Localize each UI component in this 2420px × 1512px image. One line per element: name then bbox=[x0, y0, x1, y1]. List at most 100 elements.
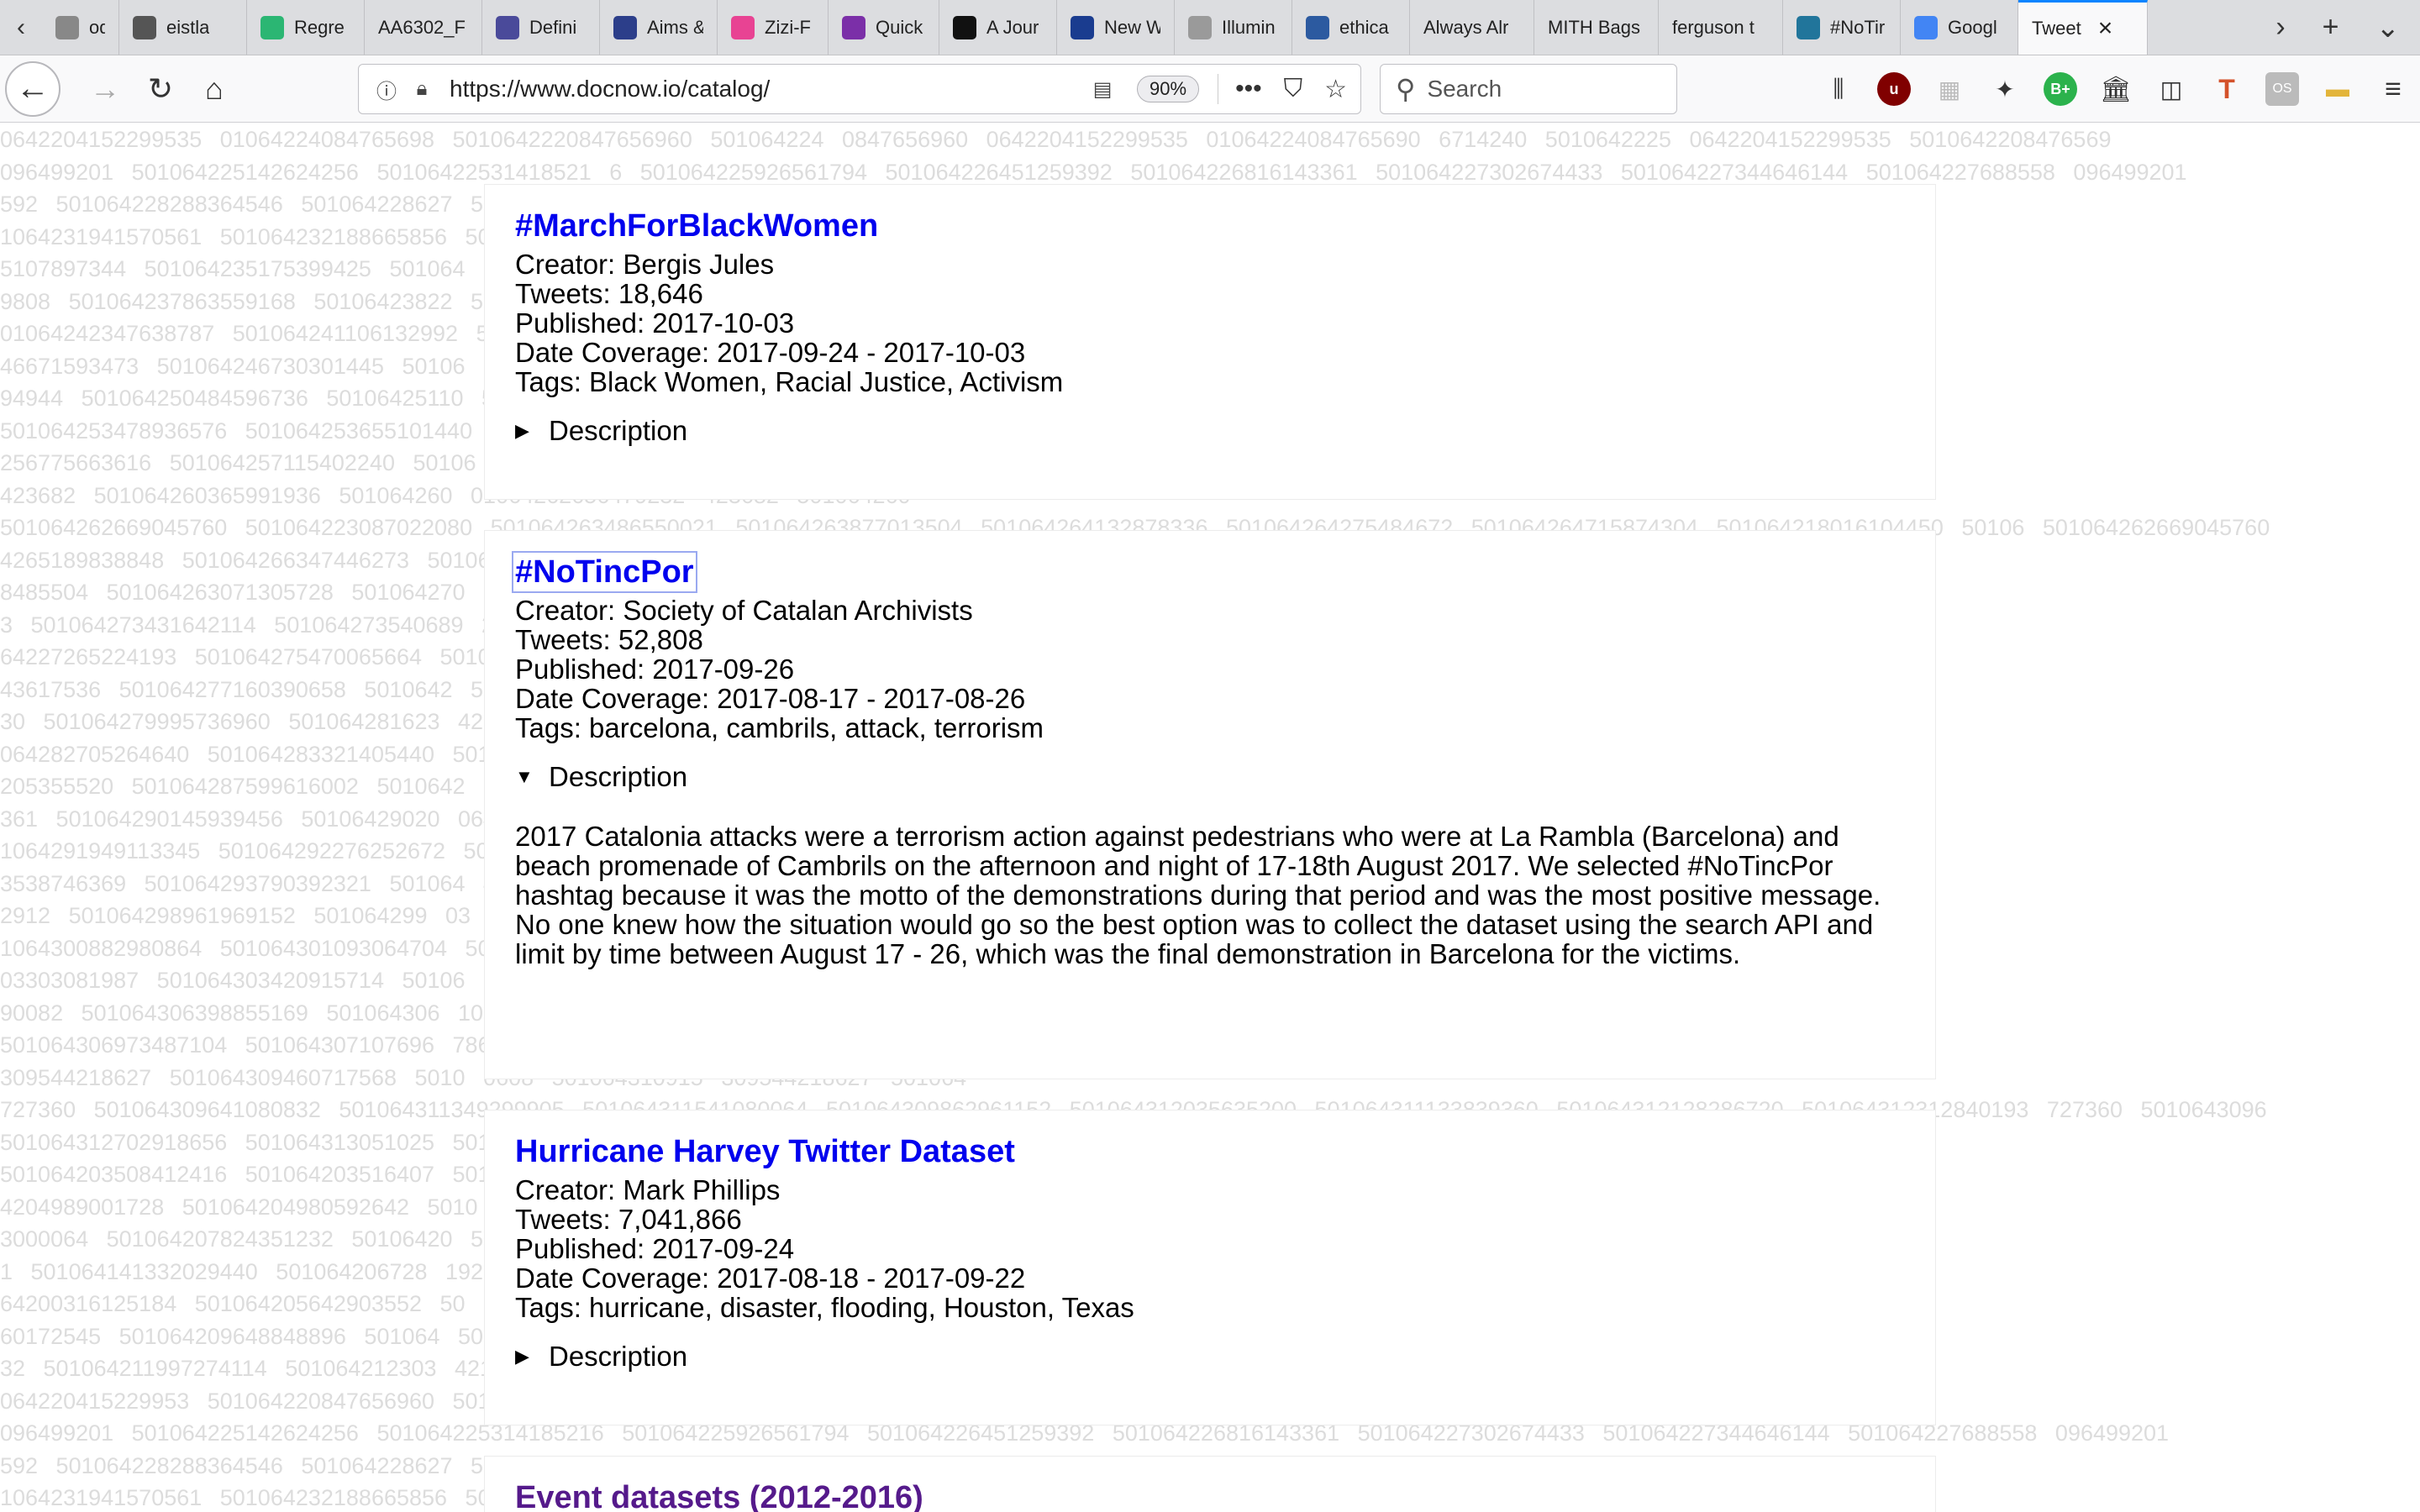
tab-label: Googl bbox=[1948, 16, 1997, 38]
dataset-coverage: Date Coverage: 2017-08-18 - 2017-09-22 bbox=[515, 1263, 1026, 1294]
description-toggle[interactable]: ▶ Description bbox=[515, 415, 1905, 447]
browser-tab[interactable]: AA6302_F bbox=[365, 0, 482, 55]
circle-favicon-icon bbox=[842, 15, 865, 39]
url-text[interactable]: https://www.docnow.io/catalog/ bbox=[450, 76, 1085, 102]
back-arrow-icon[interactable]: ← bbox=[5, 60, 60, 117]
bookmark-star-icon[interactable]: ☆ bbox=[1324, 75, 1347, 104]
dataset-tags: Tags: hurricane, disaster, flooding, Hou… bbox=[515, 1292, 1134, 1323]
tab-label: Illumin bbox=[1222, 16, 1276, 38]
toolbar-icons: ⫼ u ▦ ✦ B+ 🏛︎ ◫ T OS ▬ ≡ bbox=[1822, 67, 2410, 111]
crown-favicon-icon bbox=[613, 15, 637, 39]
background-number-line: 0642204152299535 01064224084765698 50106… bbox=[0, 127, 2112, 152]
browser-tab[interactable]: ferguson t bbox=[1659, 0, 1783, 55]
navigation-toolbar: ← → ↻ ⌂ ⓘ 🔒︎ https://www.docnow.io/catal… bbox=[0, 55, 2420, 123]
forward-arrow-icon[interactable]: → bbox=[79, 63, 131, 115]
dataset-coverage: Date Coverage: 2017-09-24 - 2017-10-03 bbox=[515, 337, 1026, 368]
dataset-title: Hurricane Harvey Twitter Dataset bbox=[515, 1134, 1905, 1170]
browser-tab[interactable]: #NoTir bbox=[1783, 0, 1901, 55]
dataset-card: Hurricane Harvey Twitter Dataset Creator… bbox=[484, 1110, 1936, 1425]
close-tab-icon[interactable]: × bbox=[2098, 14, 2113, 43]
tab-label: Always Alr bbox=[1423, 16, 1509, 38]
dataset-title-link[interactable]: Hurricane Harvey Twitter Dataset bbox=[515, 1134, 1015, 1169]
ublock-icon[interactable]: u bbox=[1877, 72, 1911, 106]
browser-tab[interactable]: New W bbox=[1057, 0, 1175, 55]
browser-tab[interactable]: Aims & bbox=[600, 0, 718, 55]
tab-tools: › + ⌄ bbox=[2255, 0, 2420, 55]
dataset-coverage: Date Coverage: 2017-08-17 - 2017-08-26 bbox=[515, 683, 1026, 714]
archive-extension-icon[interactable]: 🏛︎ bbox=[2099, 72, 2133, 106]
dataset-title-link[interactable]: Event datasets (2012-2016) bbox=[515, 1480, 923, 1512]
tab-list-chevron-down-icon[interactable]: ⌄ bbox=[2376, 11, 2401, 45]
search-icon: ⚲ bbox=[1396, 74, 1416, 104]
browser-tab[interactable]: Tweet × bbox=[2018, 0, 2148, 55]
search-bar[interactable]: ⚲ Search bbox=[1380, 64, 1677, 114]
tab-label: A Jour bbox=[986, 16, 1039, 38]
page-content: 0642204152299535 01064224084765698 50106… bbox=[0, 123, 2420, 1512]
browser-tab[interactable]: ods bbox=[42, 0, 119, 55]
hamburger-menu-icon[interactable]: ≡ bbox=[2376, 72, 2410, 106]
dataset-creator: Creator: Society of Catalan Archivists bbox=[515, 595, 973, 626]
image-favicon-icon bbox=[133, 15, 156, 39]
tab-label: Tweet bbox=[2032, 18, 2081, 39]
url-bar[interactable]: ⓘ 🔒︎ https://www.docnow.io/catalog/ ▤ 90… bbox=[358, 64, 1361, 114]
dataset-title-link[interactable]: #MarchForBlackWomen bbox=[515, 208, 878, 244]
zoom-level-badge[interactable]: 90% bbox=[1137, 76, 1200, 102]
browser-tab[interactable]: MITH Bags bbox=[1534, 0, 1659, 55]
tab-label: Aims & bbox=[647, 16, 703, 38]
lock-icon: 🔒︎ bbox=[416, 77, 428, 100]
dataset-card: #NoTincPor Creator: Society of Catalan A… bbox=[484, 530, 1936, 1079]
dataset-title: #NoTincPor bbox=[512, 551, 1905, 593]
dataset-creator: Creator: Mark Phillips bbox=[515, 1174, 781, 1205]
dataset-creator: Creator: Bergis Jules bbox=[515, 249, 775, 280]
tab-scroll-right-icon[interactable]: › bbox=[2275, 11, 2285, 44]
grid-extension-icon[interactable]: ▦ bbox=[1933, 72, 1966, 106]
dataset-published: Published: 2017-09-26 bbox=[515, 654, 795, 685]
green-shield-icon bbox=[260, 15, 284, 39]
library-icon[interactable]: ⫼ bbox=[1822, 72, 1855, 106]
pin-extension-icon[interactable]: ✦ bbox=[1988, 72, 2022, 106]
browser-tab[interactable]: Defini bbox=[482, 0, 600, 55]
tab-label: Defini bbox=[529, 16, 577, 38]
generic-page-icon bbox=[55, 15, 79, 39]
browser-tab[interactable]: eistla bbox=[119, 0, 247, 55]
tab-label: Zizi-F bbox=[765, 16, 811, 38]
browser-tab[interactable]: Googl bbox=[1901, 0, 2018, 55]
description-label: Description bbox=[549, 415, 688, 446]
tab-label: ferguson t bbox=[1672, 16, 1754, 38]
folder-extension-icon[interactable]: ▬ bbox=[2321, 72, 2354, 106]
reader-view-icon[interactable]: ▤ bbox=[1085, 71, 1120, 107]
browser-tab[interactable]: Quick bbox=[829, 0, 939, 55]
browser-tab[interactable]: Regre bbox=[247, 0, 365, 55]
tab-label: ethica bbox=[1339, 16, 1389, 38]
dataset-description: 2017 Catalonia attacks were a terrorism … bbox=[515, 821, 1881, 969]
tab-label: New W bbox=[1104, 16, 1160, 38]
pocket-icon[interactable]: ⛉ bbox=[1284, 75, 1303, 103]
collapsed-triangle-icon: ▶ bbox=[515, 420, 529, 441]
dataset-tweets: Tweets: 18,646 bbox=[515, 278, 703, 309]
nyt-favicon-icon bbox=[953, 15, 976, 39]
b-plus-extension-icon[interactable]: B+ bbox=[2044, 72, 2077, 106]
browser-tab[interactable]: ethica bbox=[1292, 0, 1410, 55]
tab-label: Regre bbox=[294, 16, 345, 38]
more-actions-icon[interactable]: ••• bbox=[1235, 75, 1262, 103]
dataset-title: #MarchForBlackWomen bbox=[515, 208, 1905, 244]
new-tab-plus-icon[interactable]: + bbox=[2323, 11, 2339, 44]
dataset-published: Published: 2017-09-24 bbox=[515, 1233, 795, 1264]
collapsed-triangle-icon: ▶ bbox=[515, 1346, 529, 1367]
home-icon[interactable]: ⌂ bbox=[188, 63, 240, 115]
reload-icon[interactable]: ↻ bbox=[134, 63, 187, 115]
browser-tab[interactable]: Always Alr bbox=[1410, 0, 1534, 55]
browser-tab[interactable]: A Jour bbox=[939, 0, 1057, 55]
browser-tab[interactable]: Illumin bbox=[1175, 0, 1292, 55]
sidebar-icon[interactable]: ◫ bbox=[2154, 72, 2188, 106]
search-placeholder[interactable]: Search bbox=[1427, 76, 1502, 102]
description-label: Description bbox=[549, 1341, 688, 1372]
dataset-title-link[interactable]: #NoTincPor bbox=[512, 551, 697, 593]
description-toggle[interactable]: ▶ Description bbox=[515, 1341, 1905, 1373]
os-extension-icon[interactable]: OS bbox=[2265, 72, 2299, 106]
info-icon[interactable]: ⓘ bbox=[369, 71, 404, 107]
t-extension-icon[interactable]: T bbox=[2210, 72, 2244, 106]
tab-scroll-left-icon[interactable]: ‹ bbox=[0, 0, 42, 55]
browser-tab[interactable]: Zizi-F bbox=[718, 0, 829, 55]
description-toggle[interactable]: ▼ Description bbox=[515, 761, 1905, 793]
